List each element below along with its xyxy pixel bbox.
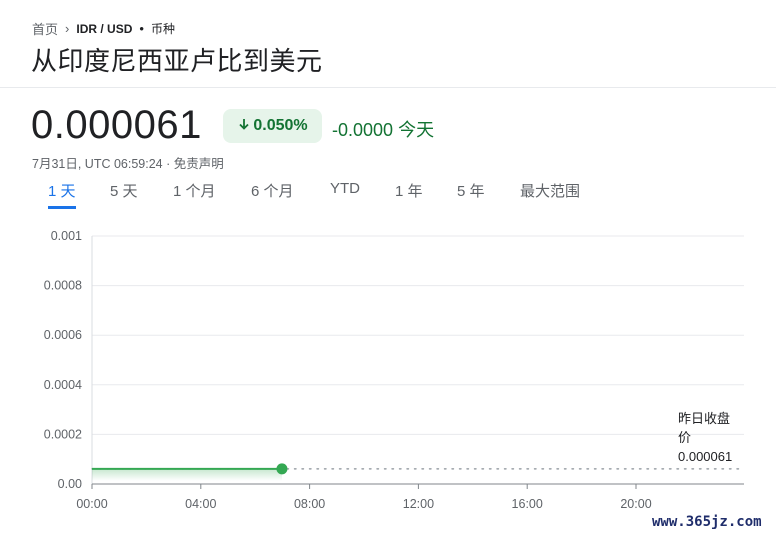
previous-close-title-line2: 价 xyxy=(678,430,692,445)
breadcrumb-pair: IDR / USD xyxy=(76,21,133,36)
x-tick-label: 04:00 xyxy=(185,497,216,511)
x-tick-label: 08:00 xyxy=(294,497,325,511)
change-period: 今天 xyxy=(398,120,435,140)
breadcrumb-home-link[interactable]: 首页 xyxy=(32,19,58,38)
tab-ytd[interactable]: YTD xyxy=(330,180,360,202)
breadcrumb: 首页 › IDR / USD • 币种 xyxy=(32,19,175,38)
change-percent-badge: 0.050% xyxy=(223,109,322,143)
timestamp: 7月31日, UTC 06:59:24 · 免责声明 xyxy=(32,157,224,171)
breadcrumb-kind: 币种 xyxy=(150,22,175,36)
series-area xyxy=(92,468,282,481)
page-title: 从印度尼西亚卢比到美元 xyxy=(31,47,323,77)
y-tick-label: 0.00 xyxy=(58,477,82,491)
y-tick-label: 0.0008 xyxy=(44,279,82,293)
change-absolute: -0.0000 今天 xyxy=(332,116,434,142)
previous-close-value: 0.000061 xyxy=(678,449,733,464)
price-chart[interactable]: 0.001 0.0008 0.0006 0.0004 0.0002 0.00 00:00 04… xyxy=(0,222,776,522)
separator-dot: • xyxy=(139,21,144,36)
chevron-right-icon: › xyxy=(65,21,70,36)
arrow-down-icon xyxy=(237,117,251,136)
tab-1-day[interactable]: 1 天 xyxy=(48,180,76,209)
current-value-marker xyxy=(276,463,288,475)
current-price: 0.000061 xyxy=(31,103,202,147)
time-range-tabs: 1 天 5 天 1 个月 6 个月 YTD 1 年 5 年 最大范围 xyxy=(0,180,776,210)
tab-5-years[interactable]: 5 年 xyxy=(457,180,485,206)
x-tick-label: 00:00 xyxy=(76,497,107,511)
x-tick-label: 20:00 xyxy=(620,497,651,511)
y-tick-label: 0.0002 xyxy=(44,427,82,441)
tab-6-months[interactable]: 6 个月 xyxy=(251,180,294,206)
x-tick-label: 12:00 xyxy=(403,497,434,511)
previous-close-label: 昨日收盘 价 0.000061 xyxy=(678,409,732,466)
y-tick-label: 0.001 xyxy=(51,229,82,243)
watermark: www.365jz.com xyxy=(652,514,762,530)
tab-5-days[interactable]: 5 天 xyxy=(110,180,138,206)
change-absolute-value: -0.0000 xyxy=(332,120,394,140)
x-tick-label: 16:00 xyxy=(512,497,543,511)
y-tick-label: 0.0006 xyxy=(44,328,82,342)
tab-max[interactable]: 最大范围 xyxy=(520,180,580,206)
y-tick-label: 0.0004 xyxy=(44,378,82,392)
divider xyxy=(0,87,776,88)
change-percent: 0.050% xyxy=(253,117,308,134)
tab-1-year[interactable]: 1 年 xyxy=(395,180,423,206)
tab-1-month[interactable]: 1 个月 xyxy=(173,180,216,206)
previous-close-title-line1: 昨日收盘 xyxy=(678,411,731,426)
